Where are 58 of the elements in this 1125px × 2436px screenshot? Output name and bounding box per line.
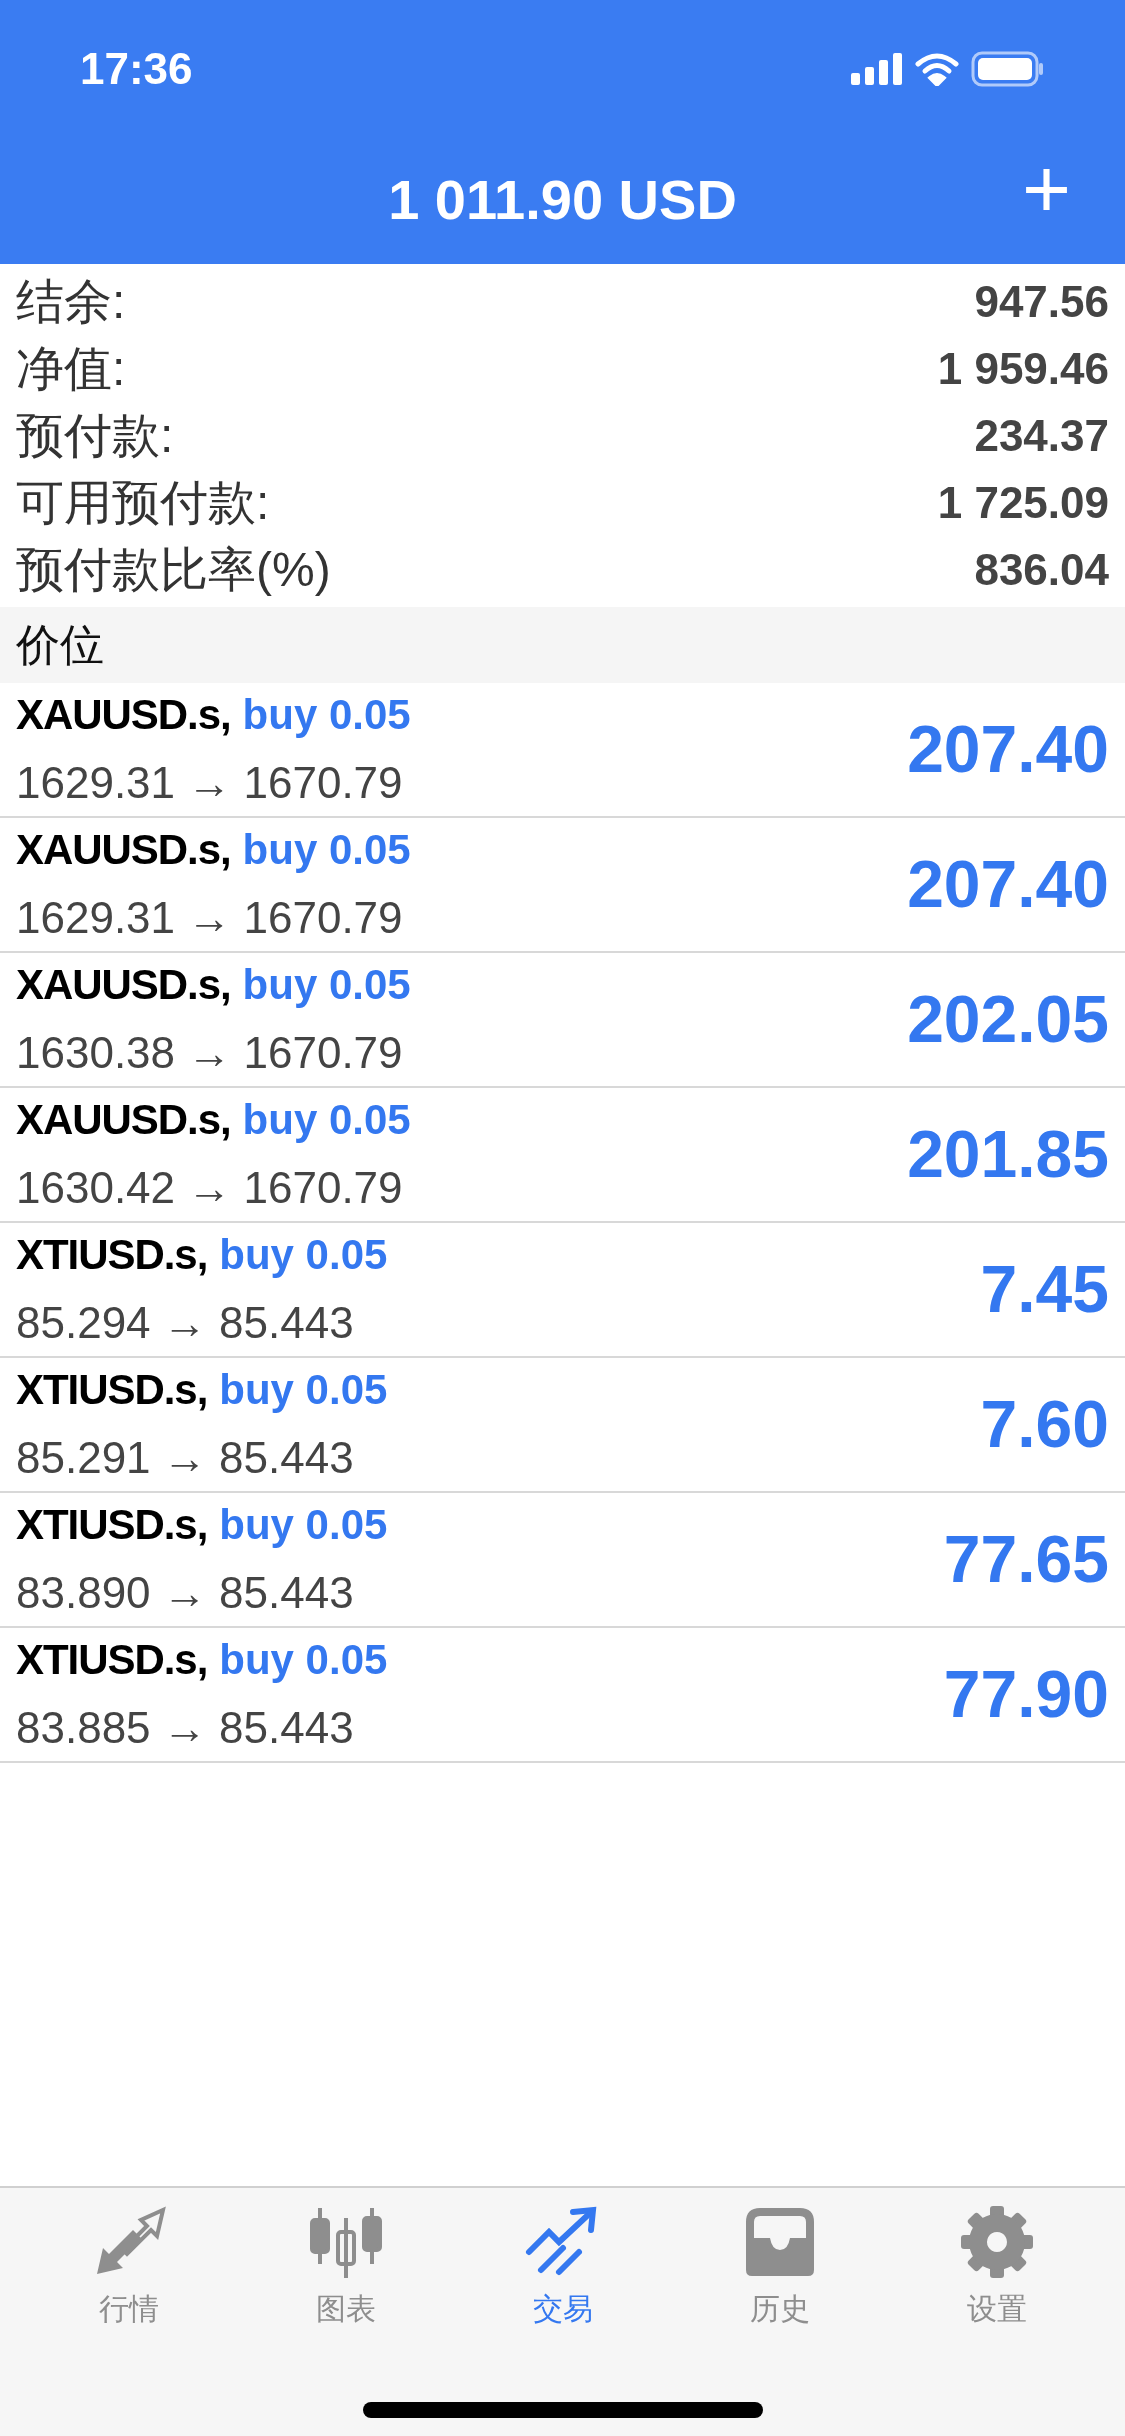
order-type: buy 0.05	[242, 690, 411, 740]
battery-icon	[971, 51, 1045, 87]
symbol: XTIUSD.s,	[16, 1500, 208, 1550]
price-change: 1630.42 → 1670.79	[16, 1162, 404, 1214]
signal-icon	[851, 53, 903, 85]
position-row[interactable]: XTIUSD.s, buy 0.05 83.890 → 85.443 77.65	[0, 1493, 1125, 1628]
profit-value: 201.85	[907, 1116, 1109, 1193]
summary-label: 可用预付款:	[16, 474, 270, 531]
summary-value: 1 959.46	[937, 342, 1109, 395]
status-time: 17:36	[80, 43, 193, 95]
position-row[interactable]: XAUUSD.s, buy 0.05 1629.31 → 1670.79 207.40	[0, 683, 1125, 818]
balance-title: 1 011.90 USD	[388, 167, 737, 233]
symbol: XAUUSD.s,	[16, 1095, 231, 1145]
symbol: XTIUSD.s,	[16, 1230, 208, 1280]
profit-value: 7.45	[980, 1251, 1109, 1328]
position-row[interactable]: XTIUSD.s, buy 0.05 85.291 → 85.443 7.60	[0, 1358, 1125, 1493]
price-change: 83.890 → 85.443	[16, 1567, 355, 1619]
order-type: buy 0.05	[219, 1500, 388, 1550]
price-change: 1629.31 → 1670.79	[16, 892, 404, 944]
summary-value: 836.04	[974, 543, 1109, 596]
summary-value: 234.37	[974, 409, 1109, 462]
order-type: buy 0.05	[219, 1230, 388, 1280]
wifi-icon	[915, 52, 959, 86]
profit-value: 207.40	[907, 846, 1109, 923]
price-change: 1629.31 → 1670.79	[16, 757, 404, 809]
order-type: buy 0.05	[242, 960, 411, 1010]
profit-value: 77.90	[943, 1656, 1109, 1733]
summary-label: 预付款比率(%)	[16, 541, 331, 598]
symbol: XAUUSD.s,	[16, 690, 231, 740]
position-row[interactable]: XAUUSD.s, buy 0.05 1629.31 → 1670.79 207.40	[0, 818, 1125, 953]
symbol: XAUUSD.s,	[16, 825, 231, 875]
summary-label: 预付款:	[16, 407, 174, 464]
profit-value: 77.65	[943, 1521, 1109, 1598]
summary-label: 结余:	[16, 273, 126, 330]
price-change: 85.294 → 85.443	[16, 1297, 355, 1349]
order-type: buy 0.05	[219, 1635, 388, 1685]
position-row[interactable]: XAUUSD.s, buy 0.05 1630.38 → 1670.79 202.05	[0, 953, 1125, 1088]
summary-label: 净值:	[16, 340, 126, 397]
profit-value: 202.05	[907, 981, 1109, 1058]
order-type: buy 0.05	[219, 1365, 388, 1415]
profit-value: 7.60	[980, 1386, 1109, 1463]
symbol: XTIUSD.s,	[16, 1365, 208, 1415]
symbol: XTIUSD.s,	[16, 1635, 208, 1685]
section-title: 价位	[16, 619, 104, 671]
price-change: 85.291 → 85.443	[16, 1432, 355, 1484]
position-row[interactable]: XTIUSD.s, buy 0.05 83.885 → 85.443 77.90	[0, 1628, 1125, 1763]
tab[interactable]: 交易	[472, 2204, 653, 2331]
price-change: 83.885 → 85.443	[16, 1702, 355, 1754]
position-row[interactable]: XTIUSD.s, buy 0.05 85.294 → 85.443 7.45	[0, 1223, 1125, 1358]
symbol: XAUUSD.s,	[16, 960, 231, 1010]
summary-value: 947.56	[974, 275, 1109, 328]
order-type: buy 0.05	[242, 825, 411, 875]
profit-value: 207.40	[907, 711, 1109, 788]
summary-value: 1 725.09	[937, 476, 1109, 529]
position-row[interactable]: XAUUSD.s, buy 0.05 1630.42 → 1670.79 201.85	[0, 1088, 1125, 1223]
add-button[interactable]: +	[1017, 146, 1075, 230]
order-type: buy 0.05	[242, 1095, 411, 1145]
price-change: 1630.38 → 1670.79	[16, 1027, 404, 1079]
